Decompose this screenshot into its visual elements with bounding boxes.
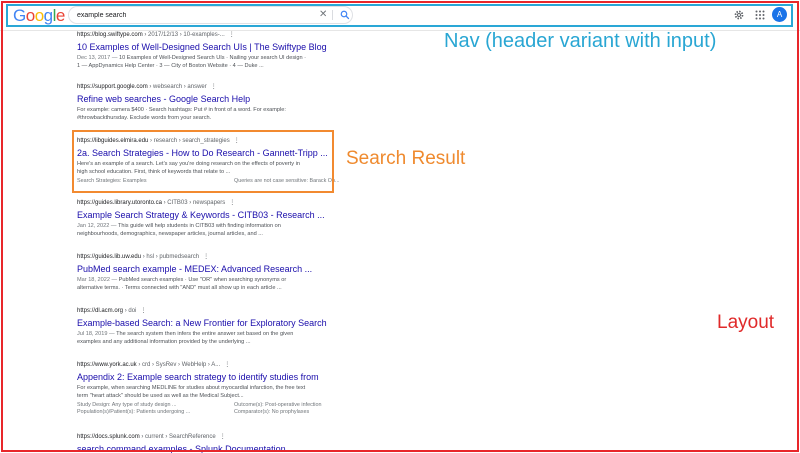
result-fact[interactable]: Population(s)/Patient(s): Patients under… [77,409,234,417]
result-fact[interactable]: Comparator(s): No prophylaxes [234,409,391,417]
more-options-icon[interactable]: ⋮ [211,84,217,90]
result-fact[interactable]: Study Design: Any type of study design .… [77,402,234,410]
more-options-icon[interactable]: ⋮ [234,138,240,144]
result-title[interactable]: PubMed search example - MEDEX: Advanced … [77,263,407,275]
result-url[interactable]: https://blog.swiftype.com › 2017/12/13 ›… [77,31,407,39]
result-url[interactable]: https://dl.acm.org › doi ⋮ [77,307,407,315]
result-snippet: Dec 13, 2017 — 10 Examples of Well-Desig… [77,55,307,70]
search-box: ✕ [68,6,353,24]
result-snippet: Jul 18, 2019 — The search system then in… [77,331,294,346]
result-title[interactable]: Example-based Search: a New Frontier for… [77,317,407,329]
result-url[interactable]: https://libguides.elmira.edu › research … [77,137,407,145]
result-title[interactable]: search command examples - Splunk Documen… [77,443,407,453]
search-divider [332,10,333,20]
result-url[interactable]: https://guides.library.utoronto.ca › CIT… [77,199,407,207]
result-title[interactable]: Refine web searches - Google Search Help [77,93,407,105]
more-options-icon[interactable]: ⋮ [224,362,230,368]
search-input[interactable] [77,9,297,22]
search-header: Google ✕ A [0,0,800,31]
more-options-icon[interactable]: ⋮ [220,434,226,440]
result-url[interactable]: https://support.google.com › websearch ›… [77,83,407,91]
result-facts: Search Strategies: Examples Queries are n… [77,178,407,186]
result-snippet: Jan 12, 2022 — This guide will help stud… [77,223,281,238]
result-title[interactable]: 10 Examples of Well-Designed Search UIs … [77,41,407,53]
result-fact[interactable]: Outcome(s): Post-operative infection [234,402,391,410]
nav-annotation-label: Nav (header variant with input) [444,30,717,52]
result-snippet: For example, when searching MEDLINE for … [77,385,306,400]
more-options-icon[interactable]: ⋮ [229,200,235,206]
more-options-icon[interactable]: ⋮ [203,254,209,260]
search-result: https://blog.swiftype.com › 2017/12/13 ›… [77,31,407,71]
search-result: https://support.google.com › websearch ›… [77,83,407,123]
result-title[interactable]: Example Search Strategy & Keywords - CIT… [77,209,407,221]
more-options-icon[interactable]: ⋮ [229,32,235,38]
search-result: https://guides.library.utoronto.ca › CIT… [77,199,407,239]
more-options-icon[interactable]: ⋮ [140,308,146,314]
result-url[interactable]: https://www.york.ac.uk › crd › SysRev › … [77,361,407,369]
result-fact[interactable]: Search Strategies: Examples [77,178,234,186]
search-result: https://docs.splunk.com › current › Sear… [77,433,407,453]
result-title[interactable]: Appendix 2: Example search strategy to i… [77,371,407,383]
search-result: https://guides.lib.uw.edu › hsl › pubmed… [77,253,407,293]
search-result-annotation-label: Search Result [346,148,466,169]
account-avatar[interactable]: A [772,7,787,22]
result-facts: Study Design: Any type of study design .… [77,402,407,417]
result-snippet: Mar 18, 2022 — PubMed search examples · … [77,277,287,292]
google-logo[interactable]: Google [13,6,65,26]
gear-icon[interactable] [733,9,745,21]
search-result: https://www.york.ac.uk › crd › SysRev › … [77,361,407,417]
layout-annotation-label: Layout [717,312,775,333]
search-icon[interactable] [339,9,351,21]
search-result: https://dl.acm.org › doi ⋮ Example-based … [77,307,407,347]
result-fact[interactable]: Queries are not case sensitive: Barack O… [234,178,391,186]
apps-grid-icon[interactable] [754,9,766,21]
clear-icon[interactable]: ✕ [319,8,327,22]
result-url[interactable]: https://docs.splunk.com › current › Sear… [77,433,407,441]
result-url[interactable]: https://guides.lib.uw.edu › hsl › pubmed… [77,253,407,261]
result-snippet: For example: camera $400 · Search hashta… [77,107,286,122]
